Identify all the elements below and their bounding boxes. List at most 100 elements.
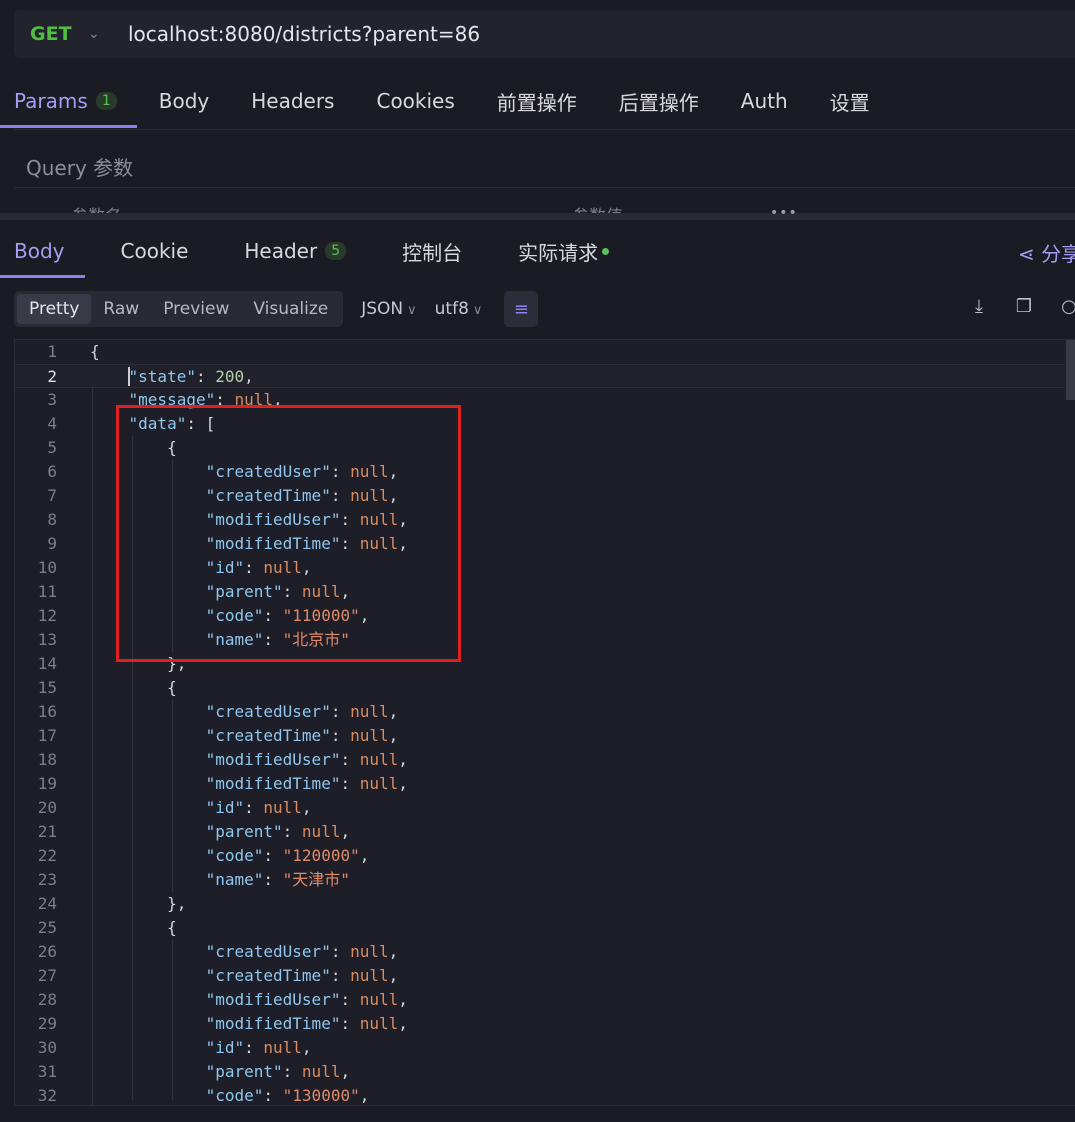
line-number: 16 — [37, 702, 57, 721]
status-dot-icon — [602, 247, 610, 255]
line-number: 19 — [37, 774, 57, 793]
tab-label: Header — [244, 239, 318, 263]
line-number: 4 — [47, 414, 57, 433]
code-text: { — [90, 918, 177, 937]
encoding-label: utf8 — [434, 299, 469, 319]
line-number: 3 — [47, 390, 57, 409]
request-tab-7[interactable]: 设置 — [830, 80, 870, 128]
annotation-highlight-box — [116, 405, 461, 662]
request-tab-headers[interactable]: Headers — [251, 80, 334, 128]
code-line: 31 "parent": null, — [15, 1060, 1065, 1084]
view-mode-visualize[interactable]: Visualize — [241, 294, 340, 324]
code-text: "modifiedUser": null, — [205, 750, 408, 769]
http-method-select[interactable]: GET — [30, 23, 72, 45]
line-number: 25 — [37, 918, 57, 937]
code-line: 2 "state": 200, — [15, 364, 1065, 388]
drag-handle-icon[interactable]: ••• — [770, 205, 798, 221]
line-number: 27 — [37, 966, 57, 985]
count-badge: 5 — [325, 242, 347, 260]
count-badge: 1 — [95, 92, 117, 110]
line-number: 6 — [47, 462, 57, 481]
line-number: 24 — [37, 894, 57, 913]
code-text: "modifiedTime": null, — [205, 1014, 408, 1033]
response-tab-cookie[interactable]: Cookie — [121, 230, 189, 278]
tab-label: 设置 — [829, 90, 870, 115]
tab-label: Body — [158, 89, 210, 113]
response-tab-body[interactable]: Body — [0, 230, 84, 278]
line-number: 22 — [37, 846, 57, 865]
line-number: 1 — [47, 342, 57, 361]
response-tab-4[interactable]: 实际请求 — [518, 230, 610, 278]
line-number: 11 — [37, 582, 57, 601]
divider — [14, 129, 1075, 130]
request-tab-cookies[interactable]: Cookies — [376, 80, 454, 128]
response-tab-3[interactable]: 控制台 — [402, 230, 462, 278]
tab-label: Params — [14, 89, 88, 113]
code-line: 22 "code": "120000", — [15, 844, 1065, 868]
code-line: 16 "createdUser": null, — [15, 700, 1065, 724]
code-line: 15 { — [15, 676, 1065, 700]
line-number: 8 — [47, 510, 57, 529]
code-line: 25 { — [15, 916, 1065, 940]
request-tab-params[interactable]: Params 1 — [0, 80, 137, 128]
line-number: 5 — [47, 438, 57, 457]
code-text: }, — [90, 894, 187, 913]
tab-label: Headers — [251, 89, 335, 113]
view-mode-raw[interactable]: Raw — [91, 294, 151, 324]
response-tab-header[interactable]: Header 5 — [244, 230, 347, 278]
code-text: { — [90, 342, 100, 361]
code-line: 26 "createdUser": null, — [15, 940, 1065, 964]
code-text: "createdUser": null, — [205, 942, 399, 961]
request-tab-5[interactable]: 后置操作 — [619, 80, 699, 128]
code-line: 30 "id": null, — [15, 1036, 1065, 1060]
tab-label: Cookie — [120, 239, 189, 263]
code-text: "code": "130000", — [205, 1086, 370, 1105]
share-label: 分享 — [1041, 242, 1075, 266]
code-text: "name": "天津市" — [205, 870, 350, 889]
code-line: 28 "modifiedUser": null, — [15, 988, 1065, 1012]
tab-label: 控制台 — [402, 240, 463, 265]
code-line: 32 "code": "130000", — [15, 1084, 1065, 1105]
code-text: "id": null, — [205, 1038, 312, 1057]
panel-splitter[interactable] — [0, 213, 1075, 220]
share-icon: ⋖ — [1018, 242, 1035, 266]
view-mode-pretty[interactable]: Pretty — [17, 294, 92, 324]
request-tab-4[interactable]: 前置操作 — [497, 80, 577, 128]
encoding-select[interactable]: utf8 ∨ — [435, 299, 483, 319]
line-number: 10 — [37, 558, 57, 577]
search-icon[interactable]: ○ — [1058, 296, 1075, 318]
code-text: "createdTime": null, — [205, 966, 399, 985]
word-wrap-button[interactable]: ≡ — [504, 291, 539, 327]
code-line: 18 "modifiedUser": null, — [15, 748, 1065, 772]
tab-label: 实际请求 — [518, 240, 599, 265]
line-number: 29 — [37, 1014, 57, 1033]
code-line: 23 "name": "天津市" — [15, 868, 1065, 892]
chevron-down-icon[interactable]: ⌄ — [88, 26, 114, 42]
tab-label: Cookies — [376, 89, 455, 113]
format-select[interactable]: JSON ∨ — [361, 299, 416, 319]
params-table-header: 参数名 参数值 — [14, 187, 1075, 216]
code-line: 21 "parent": null, — [15, 820, 1065, 844]
view-mode-switch: Pretty Raw Preview Visualize — [14, 291, 344, 327]
code-text: "parent": null, — [205, 1062, 351, 1081]
tab-label: Auth — [740, 89, 788, 113]
line-number: 13 — [37, 630, 57, 649]
request-tab-body[interactable]: Body — [159, 80, 210, 128]
line-number: 32 — [37, 1086, 57, 1105]
code-text: "id": null, — [205, 798, 312, 817]
code-text: "state": 200, — [128, 367, 254, 386]
code-line: 19 "modifiedTime": null, — [15, 772, 1065, 796]
editor-scrollbar[interactable] — [1066, 340, 1075, 400]
copy-icon[interactable]: ❐ — [1013, 296, 1035, 318]
line-number: 17 — [37, 726, 57, 745]
code-text: "createdTime": null, — [205, 726, 399, 745]
line-number: 18 — [37, 750, 57, 769]
code-text: "parent": null, — [205, 822, 351, 841]
line-number: 20 — [37, 798, 57, 817]
url-input[interactable]: localhost:8080/districts?parent=86 — [128, 22, 480, 46]
request-tab-auth[interactable]: Auth — [741, 80, 788, 128]
view-mode-preview[interactable]: Preview — [151, 294, 241, 324]
code-line: 17 "createdTime": null, — [15, 724, 1065, 748]
share-button[interactable]: ⋖ 分享 — [1018, 238, 1075, 267]
download-icon[interactable]: ⤓ — [968, 296, 990, 318]
